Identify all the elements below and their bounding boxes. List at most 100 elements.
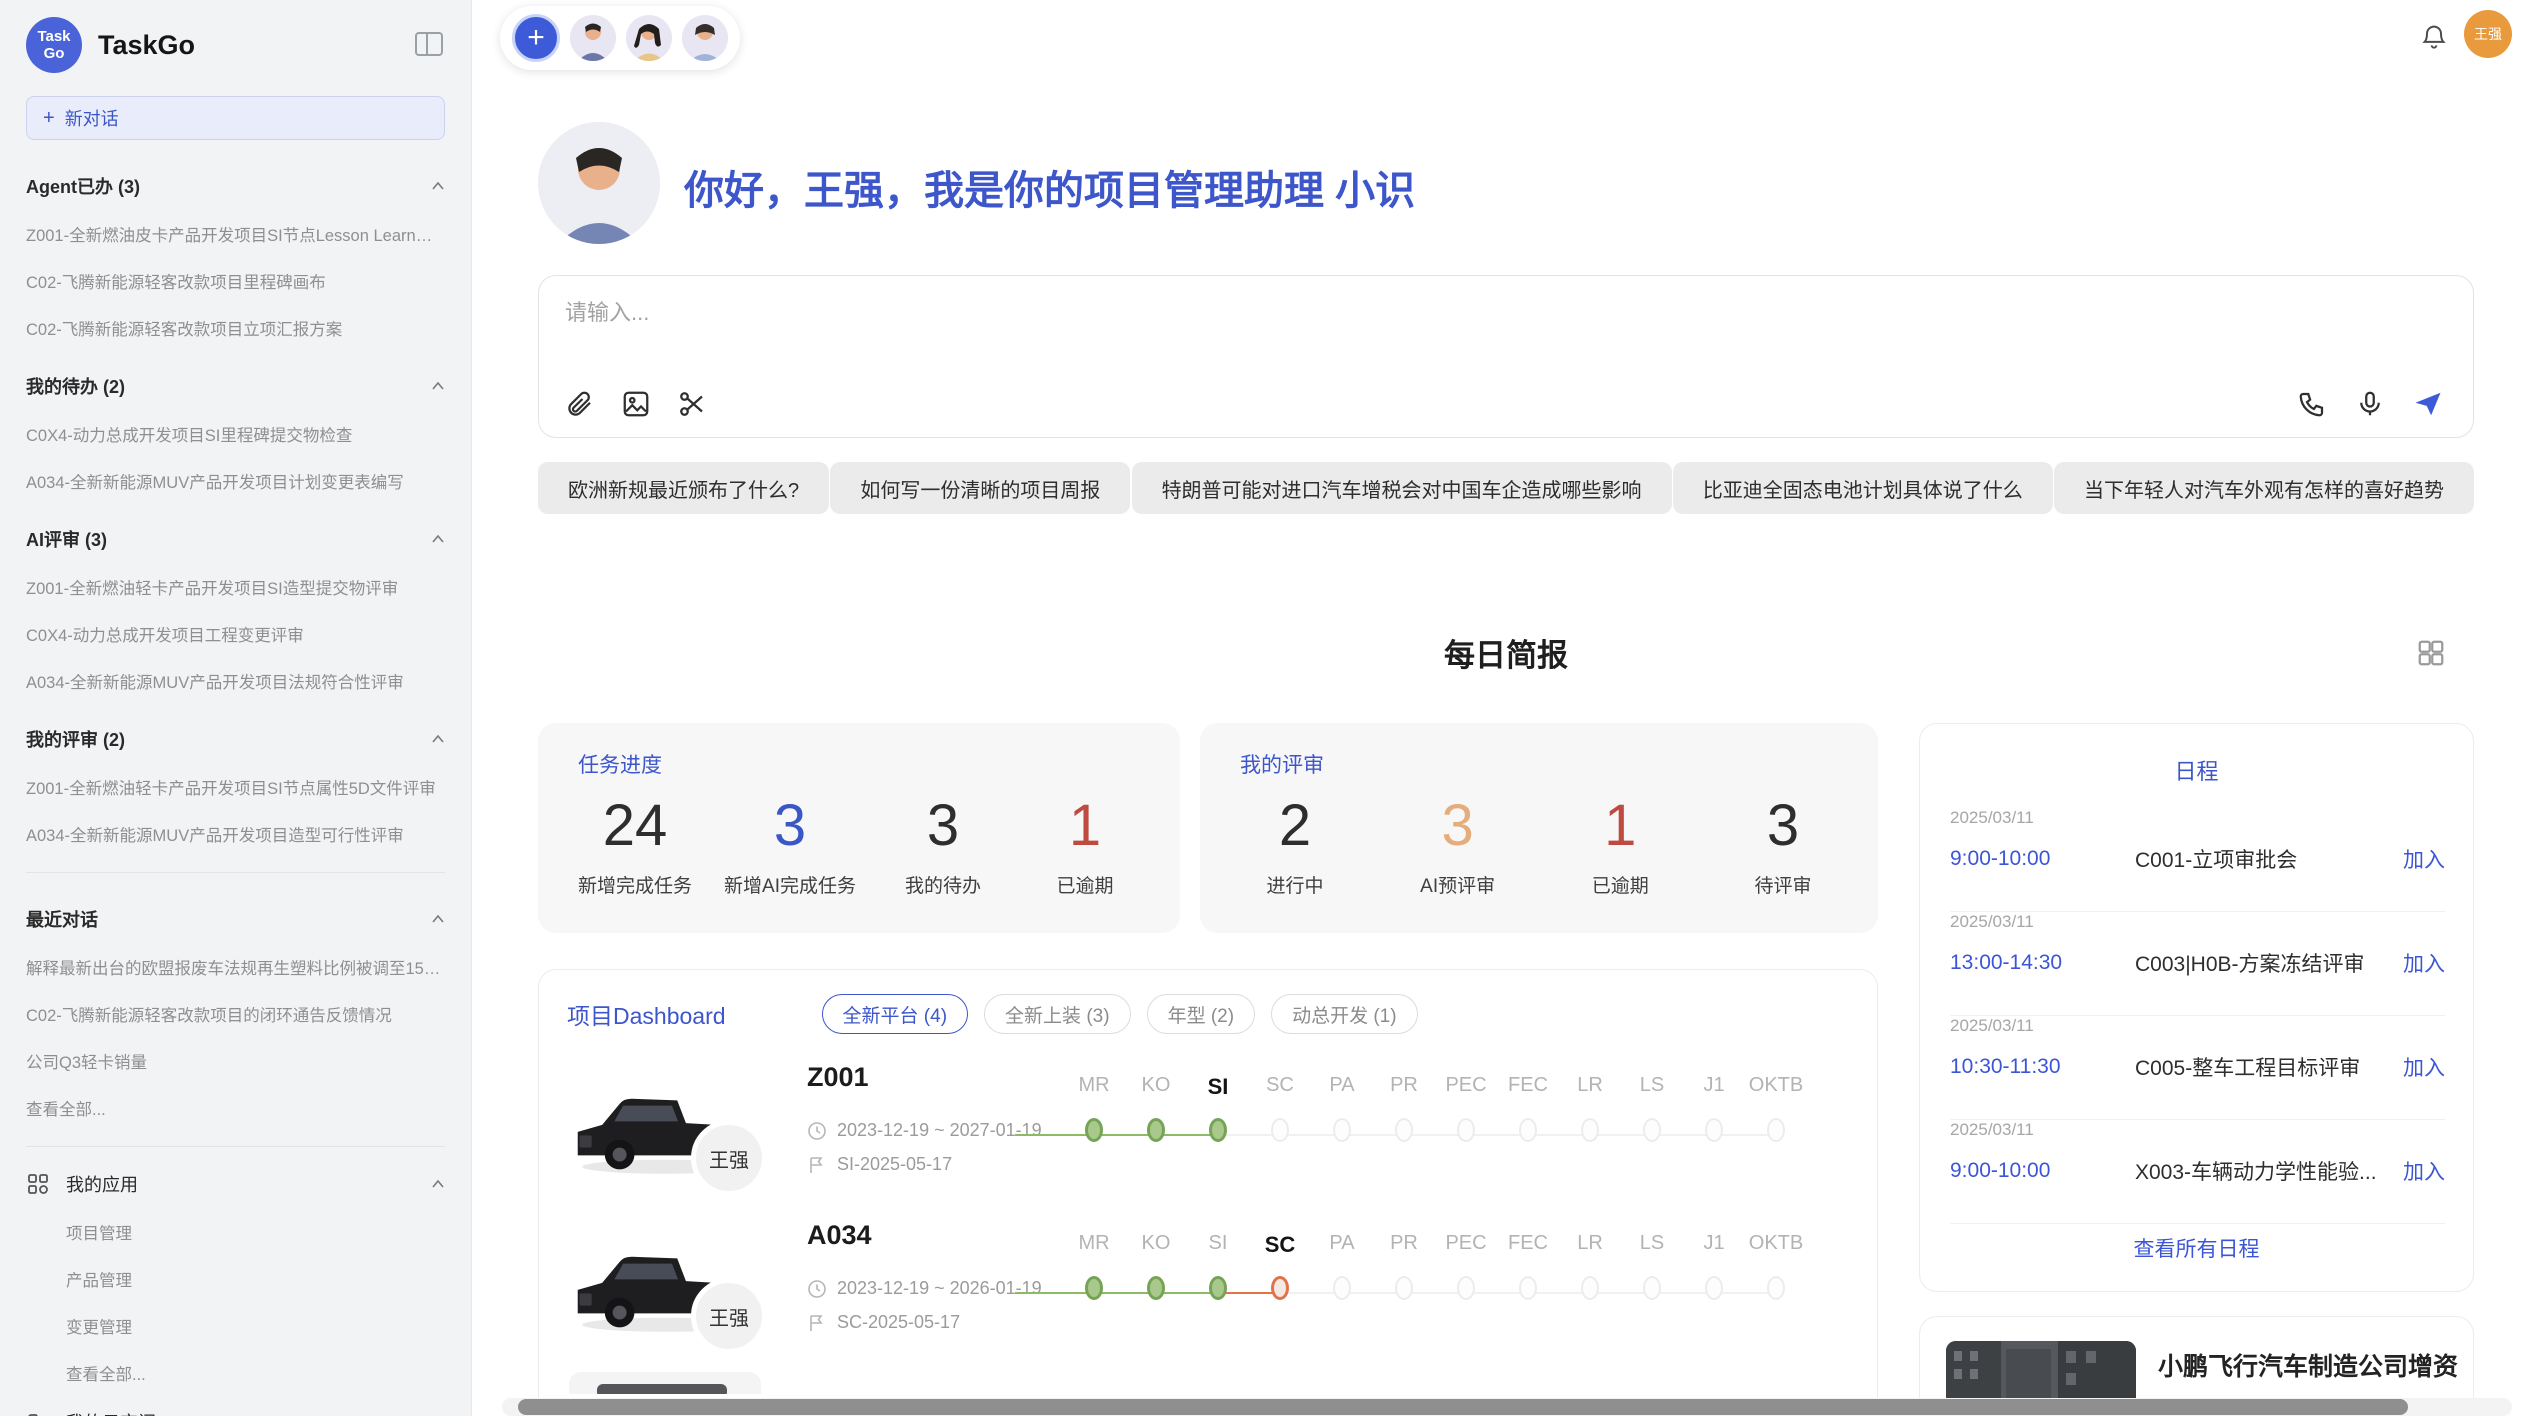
section-ai-review[interactable]: AI评审 (3) (26, 526, 445, 552)
milestone-dot (1643, 1118, 1661, 1142)
filter-new-body[interactable]: 全新上装 (3) (984, 994, 1131, 1034)
suggestion-chip[interactable]: 欧洲新规最近颁布了什么? (538, 462, 829, 514)
sidebar-item-product-mgmt[interactable]: 产品管理 (66, 1267, 445, 1291)
schedule-name: C005-整车工程目标评审 (2135, 1052, 2403, 1082)
stat-new-ai-done: 3 新增AI完成任务 (724, 793, 856, 898)
notification-bell-icon[interactable] (2420, 22, 2448, 50)
view-all-schedule-link[interactable]: 查看所有日程 (1920, 1233, 2473, 1263)
scrollbar-thumb[interactable] (518, 1399, 2408, 1415)
schedule-time: 9:00-10:00 (1950, 847, 2135, 871)
schedule-item: 2025/03/11 13:00-14:30 C003|H0B-方案冻结评审 加… (1950, 912, 2445, 1016)
milestone: MR (1063, 1074, 1125, 1152)
flag-icon (807, 1155, 827, 1175)
filter-year-model[interactable]: 年型 (2) (1147, 994, 1256, 1034)
milestone: PR (1373, 1074, 1435, 1152)
schedule-time: 10:30-11:30 (1950, 1055, 2135, 1079)
suggestion-chip[interactable]: 如何写一份清晰的项目周报 (830, 462, 1130, 514)
project-owner-badge: 王强 (691, 1278, 767, 1354)
chevron-up-icon[interactable] (431, 734, 445, 744)
section-agent-done[interactable]: Agent已办 (3) (26, 173, 445, 199)
join-link[interactable]: 加入 (2403, 844, 2445, 874)
list-item[interactable]: 公司Q3轻卡销量 (26, 1049, 445, 1073)
sidebar-item-change-mgmt[interactable]: 变更管理 (66, 1314, 445, 1338)
suggestion-chip[interactable]: 当下年轻人对汽车外观有怎样的喜好趋势 (2054, 462, 2474, 514)
list-item[interactable]: Z001-全新燃油皮卡产品开发项目SI节点Lesson Learn报告 (26, 222, 445, 246)
list-item[interactable]: C0X4-动力总成开发项目SI里程碑提交物检查 (26, 422, 445, 446)
add-button[interactable]: + (512, 14, 560, 62)
view-all-apps[interactable]: 查看全部... (66, 1361, 445, 1385)
sidebar-item-my-apps[interactable]: 我的应用 (26, 1171, 445, 1197)
milestone: SI (1187, 1232, 1249, 1310)
list-item[interactable]: A034-全新新能源MUV产品开发项目计划变更表编写 (26, 469, 445, 493)
project-dashboard-card: 项目Dashboard 全新平台 (4) 全新上装 (3) 年型 (2) 动总开… (538, 969, 1878, 1416)
dashboard-title: 项目Dashboard (567, 997, 726, 1031)
project-row[interactable]: 王强 A034 2023-12-19 ~ 2026-01-19 SC-2025-… (539, 1214, 1879, 1370)
chevron-up-icon[interactable] (431, 181, 445, 191)
milestone: KO (1125, 1074, 1187, 1152)
milestone-dot (1457, 1276, 1475, 1300)
stat-label: 我的待办 (888, 871, 998, 898)
list-item[interactable]: C0X4-动力总成开发项目工程变更评审 (26, 622, 445, 646)
avatar[interactable] (682, 15, 728, 61)
filter-powertrain[interactable]: 动总开发 (1) (1271, 994, 1418, 1034)
layout-grid-icon[interactable] (2416, 638, 2446, 668)
list-item[interactable]: C02-飞腾新能源轻客改款项目的闭环通告反馈情况 (26, 1002, 445, 1026)
stat-value: 1 (1030, 793, 1140, 859)
milestone-dot (1767, 1118, 1785, 1142)
chevron-up-icon[interactable] (431, 914, 445, 924)
scissors-icon[interactable] (677, 389, 707, 419)
schedule-item: 2025/03/11 9:00-10:00 X003-车辆动力学性能验... 加… (1950, 1120, 2445, 1224)
project-dates: 2023-12-19 ~ 2027-01-19 (807, 1120, 1042, 1141)
mic-icon[interactable] (2355, 389, 2385, 419)
project-dates-text: 2023-12-19 ~ 2026-01-19 (837, 1278, 1042, 1299)
user-avatar[interactable]: 王强 (2464, 10, 2512, 58)
view-all-chats[interactable]: 查看全部... (26, 1096, 445, 1120)
list-item[interactable]: A034-全新新能源MUV产品开发项目造型可行性评审 (26, 822, 445, 846)
assistant-avatar (538, 122, 660, 244)
card-title: 任务进度 (578, 749, 1140, 779)
filter-new-platform[interactable]: 全新平台 (4) (822, 994, 969, 1034)
milestone: PR (1373, 1232, 1435, 1310)
avatar[interactable] (626, 15, 672, 61)
join-link[interactable]: 加入 (2403, 1156, 2445, 1186)
milestone: KO (1125, 1232, 1187, 1310)
suggestion-chip[interactable]: 特朗普可能对进口汽车增税会对中国车企造成哪些影响 (1132, 462, 1672, 514)
join-link[interactable]: 加入 (2403, 948, 2445, 978)
dashboard-filters: 全新平台 (4) 全新上装 (3) 年型 (2) 动总开发 (1) (822, 994, 1418, 1034)
new-chat-label: 新对话 (65, 105, 119, 131)
phone-icon[interactable] (2297, 389, 2327, 419)
section-recent-chats[interactable]: 最近对话 (26, 906, 445, 932)
quick-access-bar: + (500, 6, 740, 70)
stat-value: 3 (1403, 793, 1513, 859)
sidebar-item-cloud-space[interactable]: 我的云空间 (26, 1409, 445, 1416)
avatar[interactable] (570, 15, 616, 61)
section-my-todo[interactable]: 我的待办 (2) (26, 373, 445, 399)
new-chat-button[interactable]: + 新对话 (26, 96, 445, 140)
sidebar-collapse-icon[interactable] (415, 32, 443, 56)
milestone-dot (1333, 1276, 1351, 1300)
greeting-text: 你好，王强，我是你的项目管理助理 小识 (684, 158, 1415, 216)
sidebar-item-project-mgmt[interactable]: 项目管理 (66, 1220, 445, 1244)
project-flag: SI-2025-05-17 (807, 1154, 952, 1175)
image-icon[interactable] (621, 389, 651, 419)
schedule-item: 2025/03/11 9:00-10:00 C001-立项审批会 加入 (1950, 808, 2445, 912)
suggestion-chip[interactable]: 比亚迪全固态电池计划具体说了什么 (1673, 462, 2053, 514)
list-item[interactable]: 解释最新出台的欧盟报废车法规再生塑料比例被调至15%... (26, 955, 445, 979)
list-item[interactable]: A034-全新新能源MUV产品开发项目法规符合性评审 (26, 669, 445, 693)
join-link[interactable]: 加入 (2403, 1052, 2445, 1082)
apps-grid-icon (26, 1172, 50, 1196)
project-row[interactable]: 王强 Z001 2023-12-19 ~ 2027-01-19 SI-2025-… (539, 1056, 1879, 1212)
horizontal-scrollbar[interactable] (502, 1398, 2512, 1416)
chevron-up-icon[interactable] (431, 534, 445, 544)
section-my-review[interactable]: 我的评审 (2) (26, 726, 445, 752)
chevron-up-icon[interactable] (431, 1179, 445, 1189)
list-item[interactable]: C02-飞腾新能源轻客改款项目立项汇报方案 (26, 316, 445, 340)
send-icon[interactable] (2413, 389, 2443, 419)
list-item[interactable]: Z001-全新燃油轻卡产品开发项目SI节点属性5D文件评审 (26, 775, 445, 799)
stat-label: 已逾期 (1565, 871, 1675, 898)
paperclip-icon[interactable] (565, 389, 595, 419)
chat-input[interactable] (565, 300, 1965, 326)
list-item[interactable]: Z001-全新燃油轻卡产品开发项目SI造型提交物评审 (26, 575, 445, 599)
chevron-up-icon[interactable] (431, 381, 445, 391)
list-item[interactable]: C02-飞腾新能源轻客改款项目里程碑画布 (26, 269, 445, 293)
